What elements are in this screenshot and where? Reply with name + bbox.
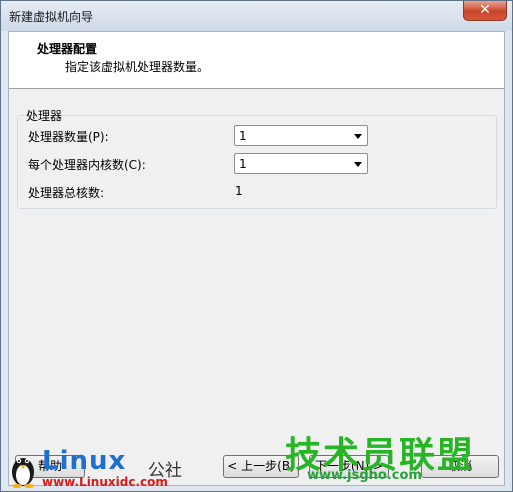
- close-icon: ✕: [479, 2, 491, 18]
- processor-count-select[interactable]: 1: [234, 125, 368, 146]
- page-subtitle: 指定该虚拟机处理器数量。: [65, 60, 210, 74]
- chevron-down-icon: [354, 162, 362, 167]
- processor-count-label: 处理器数量(P):: [28, 130, 109, 144]
- jsgho-watermark: 技术员联盟 www.jsgho.com: [285, 426, 513, 492]
- tux-penguin-icon: [12, 458, 34, 488]
- watermark-cn-url: www.jsgho.com: [307, 468, 422, 483]
- chevron-down-icon: [354, 134, 362, 139]
- processor-count-value: 1: [239, 129, 247, 143]
- watermark-linux-url: www.Linuxidc.com: [42, 475, 168, 489]
- total-cores-label: 处理器总核数:: [28, 186, 105, 200]
- wizard-header: 处理器配置 指定该虚拟机处理器数量。: [9, 32, 504, 89]
- wizard-client-area: 处理器配置 指定该虚拟机处理器数量。 处理器 处理器数量(P): 1 每个处理器…: [8, 31, 505, 486]
- linuxidc-watermark: Linux 公社 www.Linuxidc.com: [6, 444, 196, 492]
- page-title: 处理器配置: [37, 42, 98, 56]
- window-title: 新建虚拟机向导: [9, 10, 94, 24]
- wizard-window: 新建虚拟机向导 ✕ 处理器配置 指定该虚拟机处理器数量。 处理器 处理器数量(P…: [0, 0, 513, 492]
- cores-per-processor-value: 1: [239, 157, 247, 171]
- groupbox-title: 处理器: [25, 107, 64, 124]
- total-cores-value: 1: [235, 184, 243, 198]
- title-bar[interactable]: 新建虚拟机向导 ✕: [1, 1, 512, 31]
- close-button[interactable]: ✕: [463, 1, 507, 21]
- cores-per-processor-select[interactable]: 1: [234, 153, 368, 174]
- watermark-linux-text: Linux: [42, 446, 127, 476]
- cores-per-processor-label: 每个处理器内核数(C):: [28, 158, 146, 172]
